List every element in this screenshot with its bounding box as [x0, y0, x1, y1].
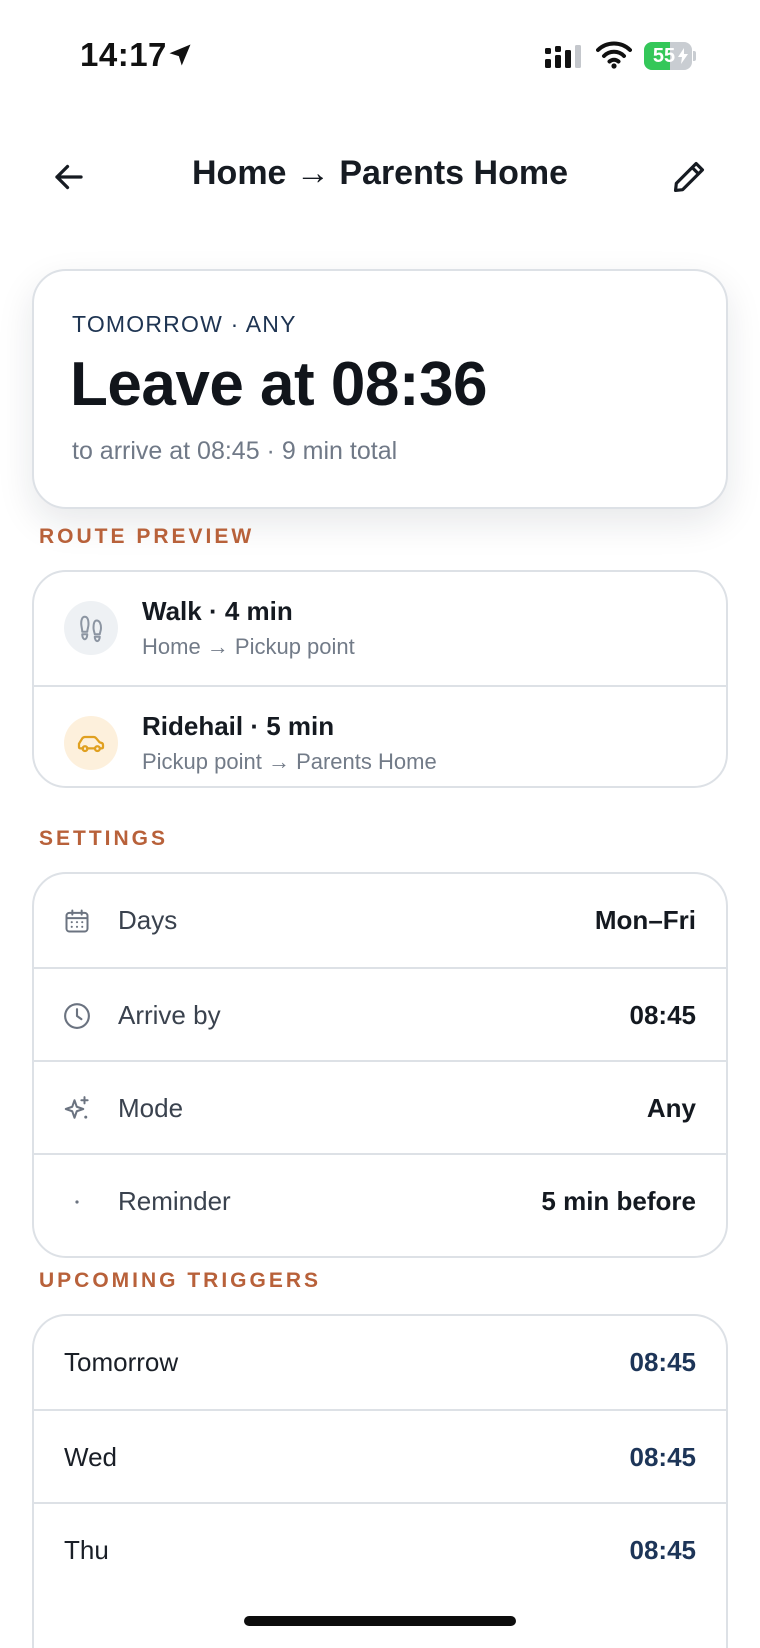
trigger-time: 08:45 [629, 1442, 697, 1472]
pencil-icon [673, 161, 705, 193]
upcoming-triggers-label: UPCOMING TRIGGERS [39, 1269, 322, 1292]
route-preview-card: Walk · 4 min Home → Pickup point Ridehai… [32, 570, 728, 788]
trigger-row[interactable]: Wed 08:45 [34, 1409, 726, 1502]
clock-icon [62, 1001, 92, 1031]
edit-button[interactable] [664, 152, 714, 202]
route-step-title: Walk · 4 min [142, 596, 293, 626]
location-arrow-icon [169, 44, 191, 66]
battery-body: 55 [644, 42, 692, 70]
settings-row-label: Reminder [118, 1186, 231, 1216]
settings-row-days[interactable]: Days Mon–Fri [34, 874, 726, 967]
settings-row-value: Mon–Fri [594, 905, 696, 935]
settings-row-reminder[interactable]: Reminder 5 min before [34, 1153, 726, 1246]
settings-row-value: Any [646, 1093, 696, 1123]
battery-tip [693, 51, 696, 61]
trigger-day: Thu [64, 1535, 109, 1565]
settings-row-label: Arrive by [118, 1000, 221, 1030]
trigger-row[interactable]: Tomorrow 08:45 [34, 1316, 726, 1409]
settings-row-value: 08:45 [629, 1000, 697, 1030]
trigger-row[interactable]: Thu 08:45 [34, 1502, 726, 1595]
battery-charging-icon: 55 [644, 42, 696, 70]
route-step-title: Ridehail · 5 min [142, 711, 335, 741]
bolt-icon [678, 48, 688, 64]
top-nav-bar: Home → Parents Home [0, 130, 760, 222]
settings-row-value: 5 min before [541, 1186, 696, 1216]
home-indicator[interactable] [244, 1616, 516, 1626]
settings-row-label: Mode [118, 1093, 184, 1123]
route-step-ridehail[interactable]: Ridehail · 5 min Pickup point → Parents … [34, 685, 726, 786]
trigger-time: 08:45 [629, 1535, 697, 1565]
settings-row-label: Days [118, 905, 178, 935]
trigger-day: Wed [64, 1442, 117, 1472]
departure-kicker: TOMORROW · ANY [72, 311, 297, 337]
settings-row-arrive-by[interactable]: Arrive by 08:45 [34, 967, 726, 1060]
route-step-icon-bg [64, 601, 118, 655]
route-preview-label: ROUTE PREVIEW [39, 525, 255, 548]
calendar-icon [62, 906, 92, 936]
route-step-walk[interactable]: Walk · 4 min Home → Pickup point [34, 572, 726, 685]
leave-time-heading: Leave at 08:36 [70, 350, 487, 419]
screen: 14:17 55 Home → Parents Home TOMORROW · … [0, 0, 760, 1648]
upcoming-triggers-card: Tomorrow 08:45 Wed 08:45 Thu 08:45 [32, 1314, 728, 1648]
route-step-icon-bg [64, 716, 118, 770]
page-title: Home → Parents Home [192, 154, 568, 192]
dot-icon [62, 1187, 92, 1217]
footprints-icon [80, 615, 102, 643]
settings-card: Days Mon–Fri Arrive by 08:45 Mode Any Re… [32, 872, 728, 1258]
sparkle-icon [62, 1094, 92, 1124]
trigger-time: 08:45 [629, 1347, 697, 1377]
trigger-day: Tomorrow [64, 1347, 179, 1377]
departure-summary-card: TOMORROW · ANY Leave at 08:36 to arrive … [32, 269, 728, 509]
route-step-subtitle: Pickup point → Parents Home [142, 749, 437, 774]
arrival-summary: to arrive at 08:45 · 9 min total [72, 437, 398, 465]
settings-row-mode[interactable]: Mode Any [34, 1060, 726, 1153]
route-step-subtitle: Home → Pickup point [142, 634, 355, 659]
status-time: 14:17 [80, 36, 167, 73]
back-button[interactable] [44, 152, 94, 202]
back-arrow-icon [55, 164, 83, 190]
settings-label: SETTINGS [39, 827, 169, 850]
car-icon [77, 735, 105, 753]
cellular-signal-icon [545, 45, 581, 68]
wifi-icon [596, 41, 632, 69]
status-bar: 14:17 55 [0, 0, 760, 110]
